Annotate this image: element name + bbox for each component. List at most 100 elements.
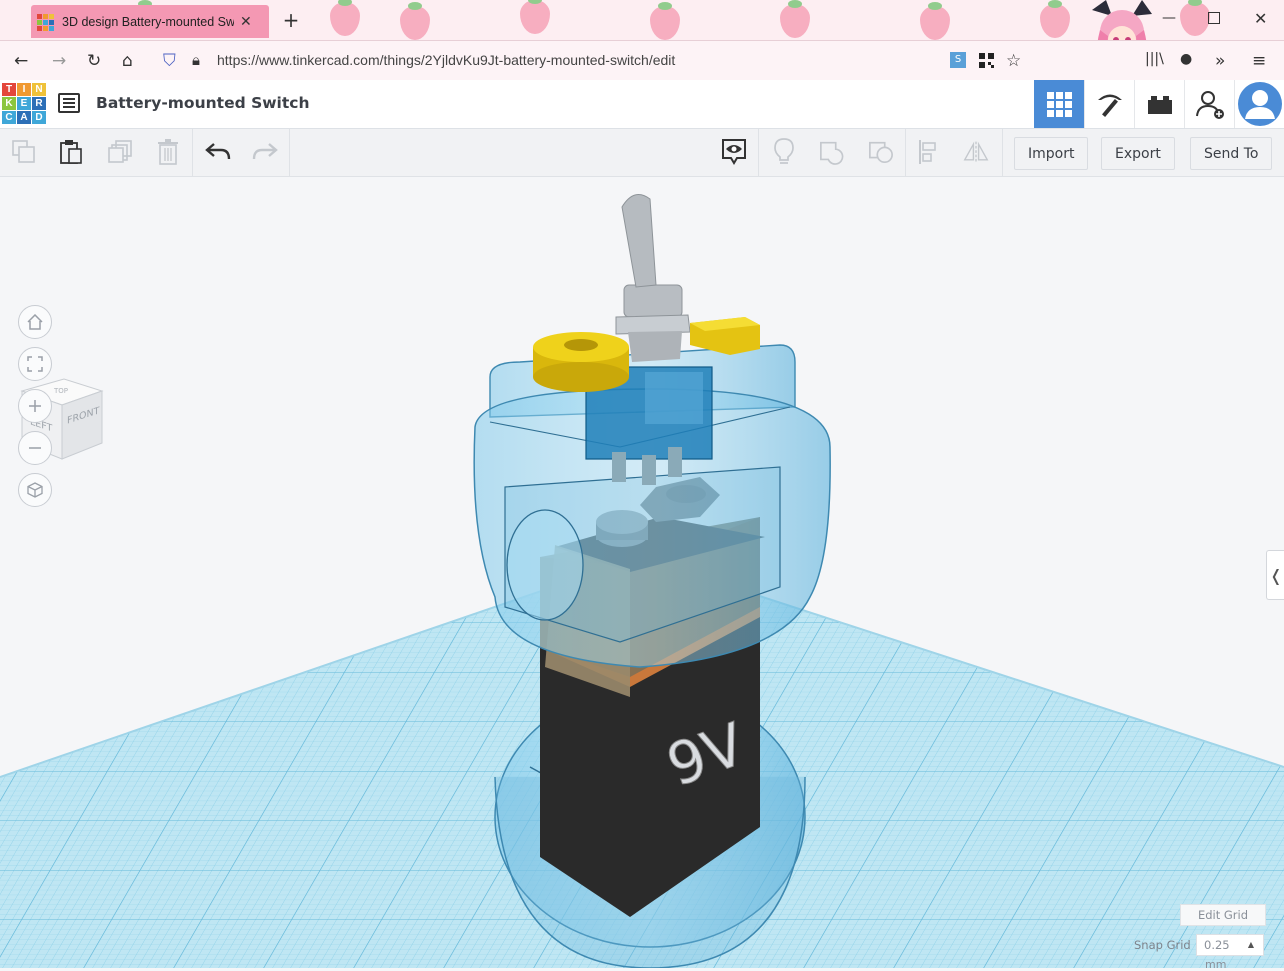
import-button[interactable]: Import [1014, 137, 1089, 170]
browser-navigation-bar: ← → ↻ ⌂ ⛉ 🔒︎ https://www.tinkercad.com/t… [0, 40, 1284, 81]
pickaxe-icon [1098, 94, 1122, 117]
forward-arrow-icon[interactable]: → [52, 51, 66, 71]
back-arrow-icon[interactable]: ← [14, 51, 28, 71]
caret-up-icon: ▲ [1247, 940, 1254, 949]
strawberry-decoration [650, 2, 680, 40]
logo-letter: A [17, 111, 31, 124]
mirror-icon [963, 141, 989, 163]
edit-toolbar: Import Export Send To [0, 129, 1284, 177]
profile-extension-icon[interactable]: ● [1180, 51, 1192, 67]
overflow-chevrons-icon[interactable]: » [1215, 51, 1225, 71]
library-icon[interactable]: |||\ [1145, 51, 1164, 67]
profile-avatar-icon [1238, 82, 1282, 126]
collapse-panel-button[interactable]: ❬ [1266, 550, 1284, 600]
zoom-in-icon [29, 400, 41, 412]
ungroup-button[interactable] [868, 139, 894, 165]
delete-icon [158, 139, 178, 165]
viewcube-top-label: TOP [53, 387, 68, 395]
light-button[interactable] [771, 138, 797, 165]
workplane-viewport[interactable]: 9V LEFT FRONT TOP ❬ [0, 177, 1284, 968]
tinkercad-logo[interactable]: T I N K E R C A D [2, 83, 46, 124]
home-icon[interactable]: ⌂ [122, 51, 133, 71]
logo-letter: K [2, 97, 16, 110]
qr-icon[interactable] [979, 53, 994, 73]
tab-close-icon[interactable]: ✕ [240, 14, 252, 30]
align-icon [919, 140, 936, 164]
workplane-scene[interactable]: 9V [0, 177, 1284, 968]
address-bar-url[interactable]: https://www.tinkercad.com/things/2YjldvK… [217, 52, 675, 68]
undo-icon [205, 143, 231, 160]
logo-letter: N [32, 83, 46, 96]
strawberry-decoration [400, 2, 430, 40]
paste-icon [60, 140, 82, 164]
browser-tab-active[interactable]: 3D design Battery-mounted Switch ✕ [31, 5, 269, 38]
app-header: T I N K E R C A D Battery-mounted Switch [0, 80, 1284, 129]
copy-icon [12, 140, 35, 163]
home-view-icon [27, 314, 43, 330]
bricks-view-button[interactable] [1134, 80, 1185, 128]
zoom-in-button[interactable] [18, 389, 52, 423]
duplicate-button[interactable] [107, 139, 133, 165]
tracking-shield-icon[interactable]: ⛉ [163, 51, 176, 71]
paste-button[interactable] [58, 139, 84, 165]
tinkercad-favicon-icon [37, 13, 54, 31]
lock-icon[interactable]: 🔒︎ [192, 51, 200, 69]
logo-letter: D [32, 111, 46, 124]
toolbar-separator [289, 129, 290, 176]
new-tab-button[interactable]: + [281, 8, 301, 32]
close-window-icon[interactable]: ✕ [1254, 9, 1267, 28]
star-icon[interactable]: ☆ [1006, 51, 1021, 71]
strawberry-decoration [330, 0, 360, 36]
duplicate-icon [108, 140, 132, 163]
maximize-window-icon[interactable] [1208, 12, 1220, 24]
home-view-button[interactable] [18, 305, 52, 339]
redo-button[interactable] [252, 139, 278, 165]
show-notes-button[interactable] [721, 139, 747, 165]
bricks-icon [1148, 96, 1172, 114]
fit-view-icon [27, 356, 43, 372]
strawberry-decoration [520, 0, 550, 34]
toolbar-separator [192, 129, 193, 176]
snap-grid-select[interactable]: 0.25 ▲ [1196, 934, 1264, 956]
snap-grid-label: Snap Grid [1134, 938, 1191, 952]
3d-design-view-button[interactable] [1034, 80, 1084, 128]
edit-grid-button[interactable]: Edit Grid [1180, 904, 1266, 926]
tab-title: 3D design Battery-mounted Switch [62, 14, 234, 29]
copy-button[interactable] [11, 139, 37, 165]
fit-view-button[interactable] [18, 347, 52, 381]
redo-icon [252, 143, 278, 160]
design-list-icon[interactable] [58, 93, 80, 113]
send-to-button[interactable]: Send To [1190, 137, 1273, 170]
snap-grid-unit: mm [1205, 958, 1227, 971]
logo-letter: R [32, 97, 46, 110]
snap-grid-value: 0.25 [1204, 938, 1230, 952]
reload-icon[interactable]: ↻ [87, 51, 101, 71]
strawberry-decoration [1180, 0, 1210, 36]
perspective-toggle-button[interactable] [18, 473, 52, 507]
hamburger-menu-icon[interactable]: ≡ [1252, 51, 1266, 71]
strawberry-decoration [1040, 0, 1070, 38]
undo-button[interactable] [205, 139, 231, 165]
ungroup-icon [869, 141, 893, 164]
mirror-button[interactable] [963, 139, 989, 165]
align-button[interactable] [917, 139, 943, 165]
group-button[interactable] [819, 139, 845, 165]
profile-button[interactable] [1234, 80, 1284, 128]
logo-letter: I [17, 83, 31, 96]
grid-view-icon [1047, 92, 1072, 117]
logo-letter: C [2, 111, 16, 124]
blocks-view-button[interactable] [1084, 80, 1135, 128]
notes-visibility-icon [722, 139, 746, 165]
export-button[interactable]: Export [1101, 137, 1175, 170]
delete-button[interactable] [155, 139, 181, 165]
extension-icon[interactable]: S [950, 52, 966, 68]
toolbar-separator [758, 129, 759, 176]
add-user-icon [1196, 91, 1224, 119]
design-title[interactable]: Battery-mounted Switch [96, 94, 310, 112]
toolbar-separator [905, 129, 906, 176]
perspective-icon [27, 482, 43, 498]
logo-letter: T [2, 83, 16, 96]
chevron-left-icon: ❬ [1269, 565, 1283, 585]
invite-user-button[interactable] [1184, 80, 1235, 128]
zoom-out-button[interactable] [18, 431, 52, 465]
